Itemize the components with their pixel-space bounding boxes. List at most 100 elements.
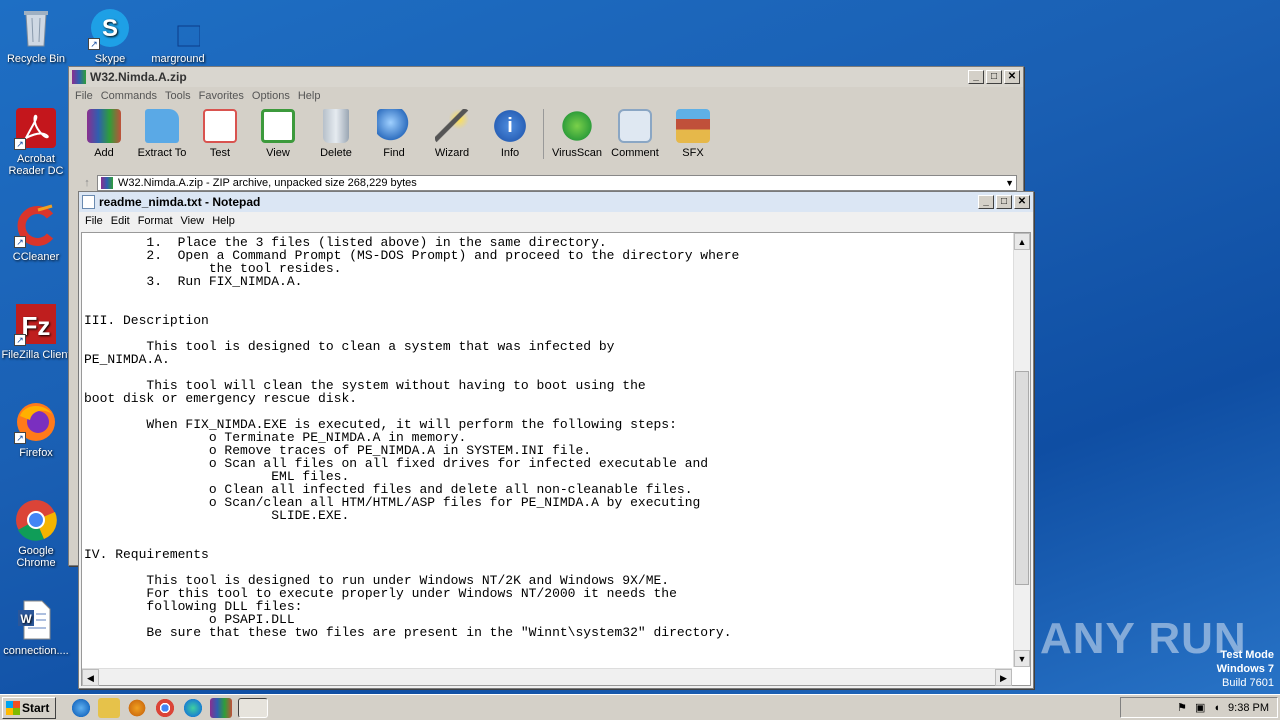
menu-favorites[interactable]: Favorites: [197, 90, 250, 102]
menu-file[interactable]: File: [83, 215, 109, 227]
scroll-right-button[interactable]: ▶: [995, 669, 1012, 686]
menu-commands[interactable]: Commands: [99, 90, 163, 102]
os-name-text: Windows 7: [1216, 663, 1274, 675]
flag-icon[interactable]: ⚑: [1177, 701, 1187, 714]
scroll-thumb[interactable]: [1015, 371, 1029, 585]
bug-scan-icon: [560, 109, 594, 143]
book-view-icon: [261, 109, 295, 143]
menu-format[interactable]: Format: [136, 215, 179, 227]
desktop-icon-marground[interactable]: marground: [142, 6, 214, 65]
desktop-icon-ccleaner[interactable]: ↗ CCleaner: [0, 204, 72, 263]
wizard-button[interactable]: Wizard: [423, 109, 481, 159]
text-line: III. Description: [84, 313, 209, 328]
volume-icon[interactable]: ◖: [1213, 702, 1220, 714]
sfx-button[interactable]: SFX: [664, 109, 722, 159]
desktop-icon-filezilla[interactable]: Fz ↗ FileZilla Client: [0, 302, 72, 361]
delete-label: Delete: [320, 147, 352, 159]
ie-icon[interactable]: [70, 697, 92, 718]
build-text: Build 7601: [1222, 677, 1274, 689]
desktop-icon-acrobat[interactable]: ↗ Acrobat Reader DC: [0, 106, 72, 177]
explorer-folder-icon[interactable]: [98, 697, 120, 718]
scroll-down-button[interactable]: ▼: [1014, 650, 1030, 667]
close-button[interactable]: ✕: [1004, 70, 1020, 84]
recycle-bin-icon: [14, 6, 58, 50]
notepad-window[interactable]: readme_nimda.txt - Notepad _ □ ✕ File Ed…: [78, 191, 1034, 689]
svg-text:S: S: [102, 15, 118, 42]
folder-extract-icon: [145, 109, 179, 143]
maximize-button[interactable]: □: [986, 70, 1002, 84]
view-button[interactable]: View: [249, 109, 307, 159]
info-button[interactable]: i Info: [481, 109, 539, 159]
chrome-icon[interactable]: [154, 697, 176, 718]
clock[interactable]: 9:38 PM: [1228, 702, 1269, 714]
notepad-menubar: File Edit Format View Help: [79, 212, 1033, 230]
info-icon: i: [493, 109, 527, 143]
maximize-button[interactable]: □: [996, 195, 1012, 209]
text-line: [84, 301, 1012, 314]
shortcut-arrow-icon: ↗: [14, 138, 26, 150]
up-arrow-icon[interactable]: ↑: [77, 177, 97, 189]
test-button[interactable]: Test: [191, 109, 249, 159]
text-line: 3. Run FIX_NIMDA.A.: [84, 274, 303, 289]
minimize-button[interactable]: _: [978, 195, 994, 209]
menu-file[interactable]: File: [73, 90, 99, 102]
media-player-icon[interactable]: [126, 697, 148, 718]
edge-icon[interactable]: [182, 697, 204, 718]
add-button[interactable]: Add: [75, 109, 133, 159]
winrar-titlebar[interactable]: W32.Nimda.A.zip _ □ ✕: [69, 67, 1023, 87]
winrar-toolbar: Add Extract To Test View Delete Find Wiz…: [69, 105, 1023, 163]
shortcut-arrow-icon: ↗: [14, 334, 26, 346]
taskbar: Start ⚑ ▣ ◖ 9:38 PM: [0, 694, 1280, 720]
start-label: Start: [22, 700, 50, 715]
comment-button[interactable]: Comment: [606, 109, 664, 159]
find-button[interactable]: Find: [365, 109, 423, 159]
extract-to-button[interactable]: Extract To: [133, 109, 191, 159]
extract-to-label: Extract To: [137, 147, 187, 159]
desktop-icon-label: connection....: [3, 645, 69, 657]
scroll-up-button[interactable]: ▲: [1014, 233, 1030, 250]
shortcut-arrow-icon: ↗: [14, 432, 26, 444]
scroll-left-button[interactable]: ◀: [82, 669, 99, 686]
text-line: [84, 288, 1012, 301]
archive-add-icon: [87, 109, 121, 143]
menu-edit[interactable]: Edit: [109, 215, 136, 227]
desktop-icon-label: Acrobat Reader DC: [8, 153, 64, 177]
chevron-down-icon[interactable]: ▼: [1005, 176, 1014, 190]
minimize-button[interactable]: _: [968, 70, 984, 84]
ccleaner-icon: ↗: [14, 204, 58, 248]
file-icon: [156, 6, 201, 50]
notepad-text-content[interactable]: 1. Place the 3 files (listed above) in t…: [82, 233, 1012, 667]
desktop-icon-connection-doc[interactable]: W connection....: [0, 598, 72, 657]
desktop-icon-skype[interactable]: S ↗ Skype: [74, 6, 146, 65]
notepad-title: readme_nimda.txt - Notepad: [99, 195, 261, 209]
menu-view[interactable]: View: [179, 215, 211, 227]
notepad-edit-area[interactable]: 1. Place the 3 files (listed above) in t…: [81, 232, 1031, 686]
menu-help[interactable]: Help: [210, 215, 241, 227]
archive-path-field[interactable]: W32.Nimda.A.zip - ZIP archive, unpacked …: [97, 175, 1017, 191]
network-icon[interactable]: ▣: [1195, 701, 1205, 714]
menu-help[interactable]: Help: [296, 90, 327, 102]
winrar-menubar: File Commands Tools Favorites Options He…: [69, 87, 1023, 105]
winrar-task-icon[interactable]: [210, 697, 232, 718]
comment-icon: [618, 109, 652, 143]
close-button[interactable]: ✕: [1014, 195, 1030, 209]
menu-options[interactable]: Options: [250, 90, 296, 102]
delete-button[interactable]: Delete: [307, 109, 365, 159]
notepad-task-icon[interactable]: [238, 697, 268, 718]
menu-tools[interactable]: Tools: [163, 90, 197, 102]
vertical-scrollbar[interactable]: ▲ ▼: [1013, 233, 1030, 667]
magic-wand-icon: [435, 109, 469, 143]
desktop-icon-chrome[interactable]: Google Chrome: [0, 498, 72, 569]
notepad-titlebar[interactable]: readme_nimda.txt - Notepad _ □ ✕: [79, 192, 1033, 212]
shortcut-arrow-icon: ↗: [14, 236, 26, 248]
horizontal-scrollbar[interactable]: ◀ ▶: [82, 668, 1012, 686]
virusscan-button[interactable]: VirusScan: [548, 109, 606, 159]
archive-path-text: W32.Nimda.A.zip - ZIP archive, unpacked …: [118, 177, 417, 189]
text-line: [84, 535, 1012, 548]
desktop-icon-firefox[interactable]: ↗ Firefox: [0, 400, 72, 459]
chrome-icon: [14, 498, 58, 542]
desktop-icon-recycle-bin[interactable]: Recycle Bin: [0, 6, 72, 65]
start-button[interactable]: Start: [2, 696, 56, 719]
winrar-title: W32.Nimda.A.zip: [90, 70, 187, 84]
desktop-icon-label: marground: [151, 53, 205, 65]
